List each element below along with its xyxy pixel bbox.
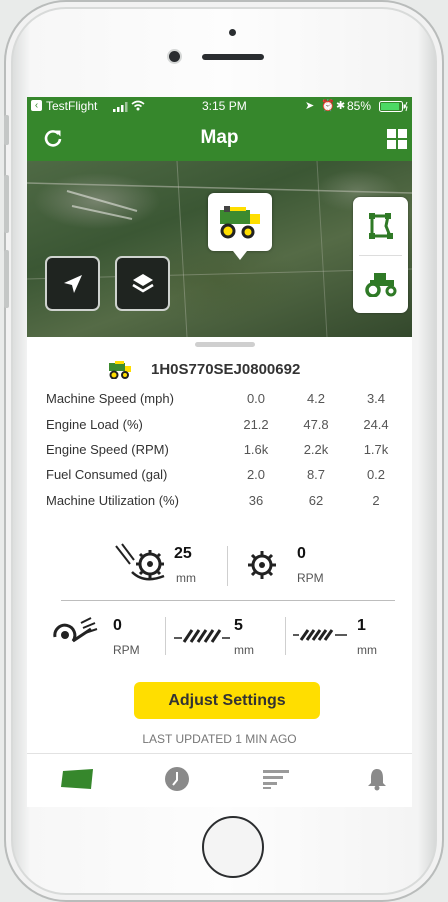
field-boundary-button[interactable]	[353, 197, 408, 255]
nav-bar: Map	[27, 115, 412, 161]
stat-value: 0.0	[246, 391, 266, 407]
adjust-settings-button[interactable]: Adjust Settings	[134, 682, 320, 719]
fan-icon	[53, 617, 98, 643]
stat-value: 2	[372, 492, 380, 508]
stat-value: 3.4	[366, 391, 386, 407]
combine-icon	[109, 361, 131, 379]
divider	[165, 617, 166, 655]
rotor-value: 0	[297, 545, 306, 562]
location-arrow-icon: ➤	[305, 100, 315, 112]
field-boundary-icon	[368, 213, 393, 239]
combine-icon	[220, 206, 260, 239]
tab-history[interactable]	[157, 764, 197, 794]
locate-button[interactable]	[45, 256, 100, 311]
clock-time: 3:15 PM	[202, 99, 247, 113]
stat-label: Machine Speed (mph)	[46, 391, 174, 407]
rotor-unit: RPM	[297, 571, 324, 585]
alarm-icon: ⏰	[321, 100, 335, 112]
upper-sieve-value: 5	[234, 617, 243, 634]
tab-reports[interactable]	[257, 764, 297, 794]
tab-map[interactable]	[57, 764, 97, 794]
lower-sieve-unit: mm	[357, 643, 377, 657]
stat-value: 24.4	[363, 416, 389, 432]
history-tab-icon	[165, 767, 189, 791]
grid-icon[interactable]	[387, 129, 407, 154]
page-title: Map	[200, 127, 239, 148]
mute-switch	[4, 115, 9, 145]
satellite-map[interactable]	[27, 161, 412, 337]
divider	[227, 546, 228, 586]
map-filter-card	[353, 197, 408, 313]
stat-value: 2.2k	[303, 441, 329, 457]
lower-sieve-value: 1	[357, 617, 366, 634]
locate-icon	[63, 274, 82, 293]
stat-label: Machine Utilization (%)	[46, 492, 179, 508]
stat-value: 36	[248, 492, 264, 508]
stat-value: 4.2	[306, 391, 326, 407]
back-to-app-icon[interactable]: ‹	[31, 100, 42, 111]
table-row: Fuel Consumed (gal) 2.0 8.7 0.2	[46, 462, 406, 487]
machine-id: 1H0S770SEJ0800692	[151, 361, 301, 378]
table-row: Machine Utilization (%) 36 62 2	[46, 488, 406, 513]
concave-unit: mm	[176, 571, 196, 585]
stat-value: 47.8	[303, 416, 329, 432]
map-tab-icon	[61, 769, 93, 789]
reports-tab-icon	[263, 770, 289, 789]
alerts-tab-icon	[368, 769, 386, 791]
battery-percent: 85%	[347, 99, 372, 113]
tractor-filter-button[interactable]	[353, 255, 408, 313]
fan-unit: RPM	[113, 643, 140, 657]
concave-value: 25	[174, 545, 192, 562]
stat-value: 2.0	[246, 467, 266, 483]
stat-value: 62	[308, 492, 324, 508]
proximity-sensor	[229, 29, 236, 36]
stat-label: Fuel Consumed (gal)	[46, 467, 168, 483]
machine-stats-table: Machine Speed (mph) 0.0 4.2 3.4 Engine L…	[46, 386, 406, 513]
machine-pin[interactable]	[208, 193, 272, 260]
volume-down-button	[4, 250, 9, 308]
rotor-icon	[248, 551, 276, 579]
signal-icon	[113, 101, 129, 115]
sheet-drag-handle[interactable]	[195, 342, 255, 347]
upper-sieve-unit: mm	[234, 643, 254, 657]
app-screen: ‹ TestFlight 3:15 PM ➤ ⏰ ✱ 85% Map 1H0S7…	[27, 97, 412, 807]
tractor-icon	[364, 273, 396, 297]
upper-sieve-icon	[174, 629, 230, 643]
earpiece-speaker	[202, 54, 264, 60]
front-camera	[169, 51, 180, 62]
status-bar: ‹ TestFlight 3:15 PM ➤ ⏰ ✱ 85%	[27, 97, 412, 115]
divider	[285, 617, 286, 655]
home-button[interactable]	[202, 816, 264, 878]
stat-value: 0.2	[366, 467, 386, 483]
stat-label: Engine Load (%)	[46, 416, 143, 432]
table-row: Machine Speed (mph) 0.0 4.2 3.4	[46, 386, 406, 411]
concave-icon	[115, 543, 165, 581]
stat-label: Engine Speed (RPM)	[46, 441, 169, 457]
table-row: Engine Load (%) 21.2 47.8 24.4	[46, 411, 406, 436]
stat-value: 1.6k	[243, 441, 269, 457]
tab-bar	[27, 753, 412, 807]
stat-value: 8.7	[306, 467, 326, 483]
machine-header: 1H0S770SEJ0800692	[27, 359, 412, 379]
last-updated-text: LAST UPDATED 1 MIN AGO	[142, 732, 297, 746]
battery-icon	[379, 101, 409, 115]
tab-alerts[interactable]	[357, 764, 397, 794]
wifi-icon	[131, 100, 145, 114]
lower-sieve-icon	[293, 629, 347, 641]
fan-value: 0	[113, 617, 122, 634]
section-divider	[61, 600, 395, 601]
layers-button[interactable]	[115, 256, 170, 311]
stat-value: 21.2	[243, 416, 269, 432]
layers-icon	[131, 273, 154, 293]
bluetooth-icon: ✱	[336, 100, 346, 112]
table-row: Engine Speed (RPM) 1.6k 2.2k 1.7k	[46, 437, 406, 462]
stat-value: 1.7k	[363, 441, 389, 457]
carrier-label: TestFlight	[46, 99, 98, 113]
volume-up-button	[4, 175, 9, 233]
